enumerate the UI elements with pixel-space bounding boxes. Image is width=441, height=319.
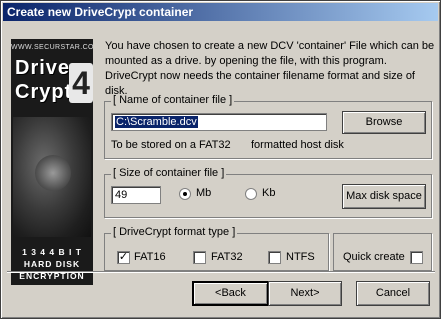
fat16-label[interactable]: FAT16	[134, 251, 166, 263]
stored-prefix: To be stored on a	[111, 139, 197, 151]
banner-version: 4	[69, 63, 93, 103]
name-group: [ Name of container file ] C:\Scramble.d…	[104, 94, 432, 159]
banner-site: WWW.SECURSTAR.COM	[11, 44, 93, 51]
quick-create-label[interactable]: Quick create	[343, 251, 405, 263]
size-group: [ Size of container file ] 49 Mb Kb Max …	[104, 167, 432, 218]
banner-line-2: HARD DISK	[23, 259, 81, 269]
ntfs-label[interactable]: NTFS	[286, 251, 315, 263]
title-bar[interactable]: Create new DriveCrypt container	[3, 3, 438, 21]
size-input[interactable]: 49	[111, 186, 161, 204]
back-button[interactable]: <Back	[192, 281, 269, 306]
banner-word-crypt: Crypt	[15, 81, 73, 103]
format-group: [ DriveCrypt format type ] ✓ FAT16 FAT32…	[104, 226, 329, 271]
window-title: Create new DriveCrypt container	[7, 5, 194, 19]
size-group-legend: [ Size of container file ]	[111, 167, 227, 179]
unit-mb-radio[interactable]	[179, 188, 191, 200]
fat16-checkbox[interactable]: ✓	[117, 251, 130, 264]
max-disk-space-button[interactable]: Max disk space	[342, 184, 426, 209]
drivecrypt-banner-image: WWW.SECURSTAR.COM Drive Crypt 4 1 3 4 4 …	[11, 39, 93, 285]
cancel-button[interactable]: Cancel	[356, 281, 430, 306]
quick-create-group: Quick create	[333, 233, 432, 271]
filename-value: C:\Scramble.dcv	[115, 116, 198, 128]
next-button[interactable]: Next>	[268, 281, 342, 306]
intro-text: You have chosen to create a new DCV 'con…	[105, 40, 435, 97]
fat32-checkbox[interactable]	[193, 251, 206, 264]
quick-create-checkbox[interactable]	[410, 251, 423, 264]
host-filesystem: FAT32	[199, 139, 231, 151]
banner-line-1: 1 3 4 4 B I T	[22, 247, 82, 257]
banner-word-drive: Drive	[15, 57, 71, 79]
format-group-legend: [ DriveCrypt format type ]	[111, 226, 238, 238]
stored-suffix: formatted host disk	[251, 139, 344, 151]
ntfs-checkbox[interactable]	[268, 251, 281, 264]
button-separator	[7, 271, 435, 273]
name-group-legend: [ Name of container file ]	[111, 94, 235, 106]
unit-kb-radio[interactable]	[245, 188, 257, 200]
filename-input[interactable]: C:\Scramble.dcv	[111, 113, 327, 131]
fat32-label[interactable]: FAT32	[211, 251, 243, 263]
browse-button[interactable]: Browse	[342, 111, 426, 134]
unit-mb-label[interactable]: Mb	[196, 187, 211, 199]
unit-kb-label[interactable]: Kb	[262, 187, 275, 199]
hard-disk-graphic	[13, 117, 91, 237]
dialog-window: Create new DriveCrypt container WWW.SECU…	[0, 0, 441, 319]
